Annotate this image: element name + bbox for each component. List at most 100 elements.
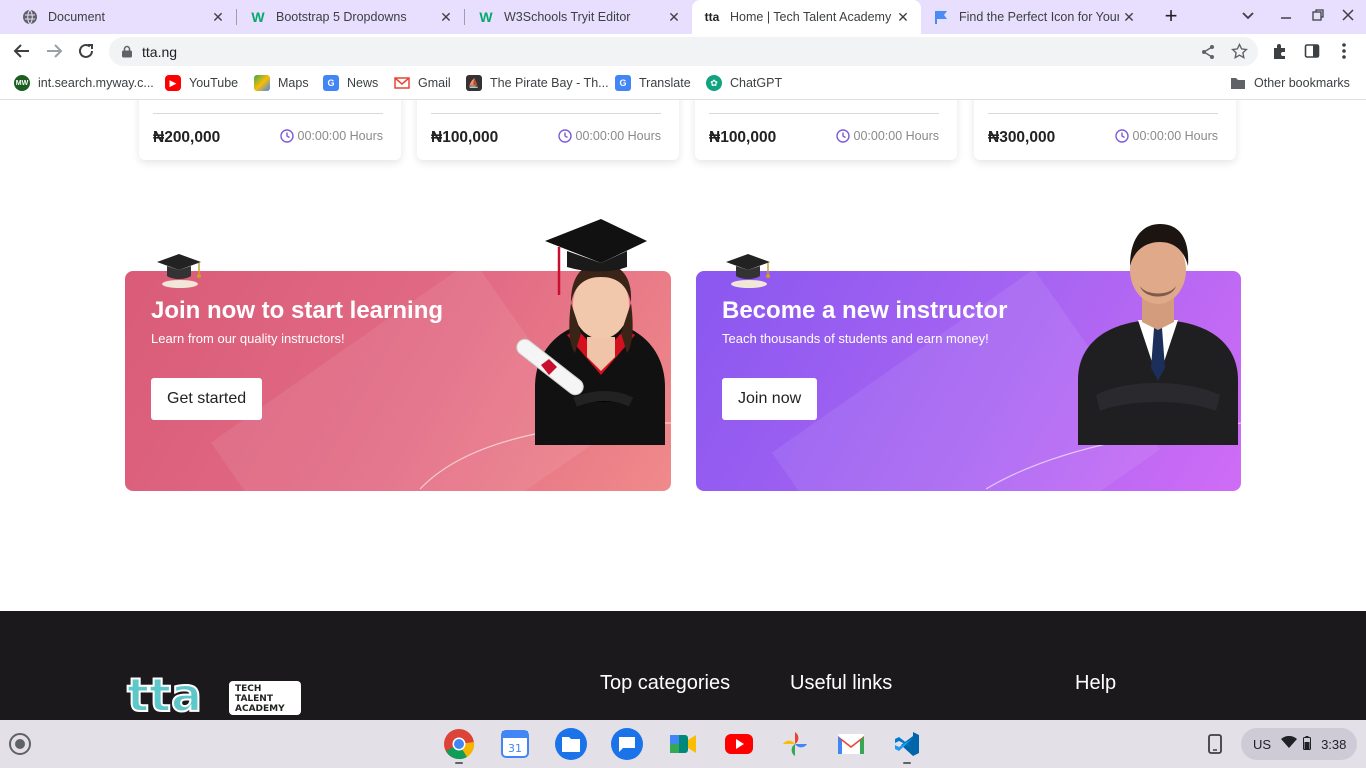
chatgpt-icon: ✿	[706, 75, 722, 91]
bookmark-chatgpt[interactable]: ✿ ChatGPT	[706, 75, 782, 91]
tab-title: Find the Perfect Icon for Your Project	[959, 10, 1119, 24]
bookmark-label: The Pirate Bay - Th...	[490, 76, 609, 90]
banner-subtitle: Teach thousands of students and earn mon…	[722, 331, 989, 346]
new-tab-button[interactable]: +	[1158, 4, 1184, 30]
share-icon[interactable]	[1200, 44, 1216, 65]
reload-icon[interactable]	[74, 39, 98, 63]
card-divider	[153, 113, 383, 114]
address-bar[interactable]: tta.ng	[109, 37, 1258, 66]
close-icon[interactable]: ✕	[893, 9, 913, 26]
back-icon[interactable]	[10, 39, 34, 63]
join-now-button[interactable]: Join now	[722, 378, 818, 420]
tab-title: Document	[48, 10, 105, 24]
tta-logo[interactable]: tta TECH TALENT ACADEMY	[125, 669, 305, 719]
bookmark-label: News	[347, 76, 379, 90]
tab-document[interactable]: Document ✕	[0, 0, 236, 34]
tab-w3schools-tryit[interactable]: W W3Schools Tryit Editor ✕	[456, 0, 692, 34]
tab-title: Home | Tech Talent Academy	[730, 10, 892, 24]
vscode-icon[interactable]	[891, 728, 923, 760]
duration-label: 00:00:00 Hours	[853, 129, 939, 143]
duration-label: 00:00:00 Hours	[575, 129, 661, 143]
course-card[interactable]: ₦100,000 00:00:00 Hours	[417, 100, 679, 160]
logo-text: tta	[127, 669, 202, 719]
duration-label: 00:00:00 Hours	[1132, 129, 1218, 143]
myway-icon: MW	[14, 75, 30, 91]
close-icon[interactable]: ✕	[664, 9, 684, 26]
lock-icon	[121, 45, 133, 63]
page-content: ₦200,000 00:00:00 Hours ₦100,000 00:00:0…	[0, 100, 1366, 720]
card-divider	[431, 113, 661, 114]
wifi-icon	[1281, 735, 1298, 752]
duration-label: 00:00:00 Hours	[297, 129, 383, 143]
course-price: ₦100,000	[709, 129, 777, 146]
course-duration: 00:00:00 Hours	[835, 129, 939, 143]
youtube-icon: ▶	[165, 75, 181, 91]
course-card[interactable]: ₦100,000 00:00:00 Hours	[695, 100, 957, 160]
graduate-student-image	[516, 219, 665, 445]
side-panel-icon[interactable]	[1301, 40, 1323, 62]
bookmark-gmail[interactable]: Gmail	[394, 75, 451, 91]
course-card[interactable]: ₦200,000 00:00:00 Hours	[139, 100, 401, 160]
gmail-icon[interactable]	[835, 728, 867, 760]
tab-title: Bootstrap 5 Dropdowns	[276, 10, 407, 24]
bookmark-label: Translate	[639, 76, 691, 90]
tta-icon: tta	[704, 10, 720, 24]
bookmark-maps[interactable]: Maps	[254, 75, 309, 91]
other-bookmarks[interactable]: Other bookmarks	[1230, 75, 1350, 91]
chrome-icon[interactable]	[443, 728, 475, 760]
phone-hub-icon[interactable]	[1199, 728, 1231, 760]
bookmark-piratebay[interactable]: ⛵ The Pirate Bay - Th...	[466, 75, 609, 91]
tab-tech-talent-academy[interactable]: tta Home | Tech Talent Academy ✕	[692, 0, 921, 34]
launcher-icon[interactable]	[9, 733, 31, 755]
extensions-icon[interactable]	[1269, 40, 1291, 62]
calendar-icon[interactable]: 31	[499, 728, 531, 760]
meet-icon[interactable]	[667, 728, 699, 760]
svg-text:TECH: TECH	[235, 684, 261, 694]
photos-icon[interactable]	[779, 728, 811, 760]
tab-search-icon[interactable]	[1241, 8, 1255, 25]
status-tray[interactable]: US 3:38	[1241, 728, 1357, 760]
tab-strip: Document ✕ W Bootstrap 5 Dropdowns ✕ W W…	[0, 0, 1366, 34]
bookmark-translate[interactable]: G Translate	[615, 75, 691, 91]
footer-heading-useful-links: Useful links	[790, 672, 893, 694]
get-started-button[interactable]: Get started	[151, 378, 263, 420]
close-icon[interactable]: ✕	[1119, 9, 1139, 26]
tab-find-icon[interactable]: Find the Perfect Icon for Your Project ✕	[921, 0, 1149, 34]
bookmark-label: YouTube	[189, 76, 239, 90]
course-duration: 00:00:00 Hours	[279, 129, 383, 143]
browser-toolbar: tta.ng	[0, 34, 1366, 68]
news-icon: G	[323, 75, 339, 91]
course-price: ₦300,000	[988, 129, 1056, 146]
banner-title: Become a new instructor	[722, 297, 1008, 324]
menu-icon[interactable]	[1333, 40, 1355, 62]
flag-icon	[933, 9, 949, 25]
close-icon[interactable]: ✕	[436, 9, 456, 26]
bookmarks-bar: MW int.search.myway.c... ▶ YouTube Maps …	[0, 68, 1366, 100]
files-icon[interactable]	[555, 728, 587, 760]
folder-icon	[1230, 75, 1246, 91]
close-icon[interactable]: ✕	[208, 9, 228, 26]
restore-icon[interactable]	[1311, 8, 1325, 25]
svg-text:31: 31	[508, 742, 522, 755]
messages-icon[interactable]	[611, 728, 643, 760]
gmail-icon	[394, 75, 410, 91]
clock-icon	[835, 129, 850, 143]
tab-bootstrap-dropdowns[interactable]: W Bootstrap 5 Dropdowns ✕	[228, 0, 464, 34]
close-window-icon[interactable]	[1341, 8, 1355, 25]
locale-label: US	[1253, 736, 1272, 752]
bookmark-youtube[interactable]: ▶ YouTube	[165, 75, 238, 91]
bookmark-myway[interactable]: MW int.search.myway.c...	[14, 75, 154, 91]
youtube-icon[interactable]	[723, 728, 755, 760]
star-icon[interactable]	[1231, 42, 1248, 65]
forward-icon[interactable]	[42, 39, 66, 63]
minimize-icon[interactable]	[1279, 6, 1293, 23]
banner-title: Join now to start learning	[151, 297, 444, 324]
footer-heading-top-categories: Top categories	[600, 672, 731, 694]
pirate-icon: ⛵	[466, 75, 482, 91]
bookmark-news[interactable]: G News	[323, 75, 378, 91]
active-app-indicator	[903, 762, 911, 764]
course-card[interactable]: ₦300,000 00:00:00 Hours	[974, 100, 1236, 160]
bookmark-label: ChatGPT	[730, 76, 783, 90]
os-shelf: 31 US 3:38	[0, 720, 1366, 768]
maps-icon	[254, 75, 270, 91]
